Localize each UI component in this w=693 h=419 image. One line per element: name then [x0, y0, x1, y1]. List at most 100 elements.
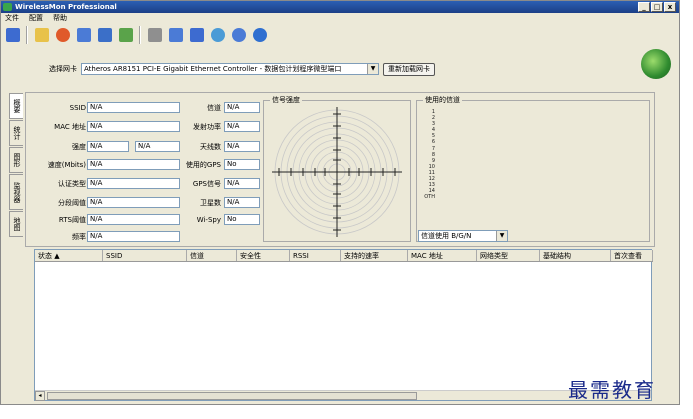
reload-adapter-button[interactable]: 重新加载网卡	[383, 62, 435, 76]
antenna-label: 天线数	[200, 143, 221, 151]
chart-icon	[168, 28, 183, 42]
info-button[interactable]	[187, 26, 206, 45]
window-title: WirelessMon Professional	[15, 3, 117, 11]
signal-strength-group: 信号强度	[263, 96, 411, 242]
gps-signal-label: GPS信号	[192, 180, 221, 188]
col-mac[interactable]: MAC 地址	[408, 250, 477, 261]
mac-label: MAC 地址	[54, 123, 86, 131]
wispy-label: Wi-Spy	[196, 216, 221, 224]
refresh-icon	[231, 28, 246, 42]
table-header: 状态 ▲ SSID 信道 安全性 RSSI 支持的速率 MAC 地址 网络类型 …	[35, 250, 653, 262]
network-globe-icon	[641, 49, 671, 79]
tab-statistics[interactable]: 统计	[9, 120, 23, 146]
gps-used-label: 使用的GPS	[185, 161, 221, 169]
open-folder-icon	[34, 28, 49, 42]
network-button[interactable]	[74, 26, 93, 45]
chevron-down-icon[interactable]: ▼	[367, 64, 378, 74]
record-button[interactable]	[53, 26, 72, 45]
col-network-type[interactable]: 网络类型	[477, 250, 540, 261]
log-icon	[97, 28, 112, 42]
tab-monitor[interactable]: 监视器	[9, 174, 23, 210]
save-icon	[5, 28, 20, 42]
freq-label: 频率	[72, 233, 86, 241]
menu-help[interactable]: 帮助	[53, 13, 67, 23]
tab-summary[interactable]: 概要	[9, 93, 23, 119]
strength-value: N/A	[87, 141, 129, 152]
toolbar-separator	[26, 26, 28, 44]
scroll-thumb[interactable]	[47, 392, 417, 400]
col-status[interactable]: 状态 ▲	[35, 250, 103, 261]
minimize-button[interactable]: _	[638, 2, 650, 12]
speed-label: 速度(Mbits)	[47, 161, 86, 169]
close-button[interactable]: x	[664, 2, 676, 12]
adapter-row: 选择网卡 Atheros AR8151 PCI-E Gigabit Ethern…	[49, 62, 435, 76]
strength-label: 强度	[72, 143, 86, 151]
menu-file[interactable]: 文件	[5, 13, 19, 23]
chevron-down-icon[interactable]: ▼	[496, 231, 507, 241]
chart-button[interactable]	[166, 26, 185, 45]
print-button[interactable]	[145, 26, 164, 45]
refresh-button[interactable]	[229, 26, 248, 45]
log-button[interactable]	[95, 26, 114, 45]
adapter-select[interactable]: Atheros AR8151 PCI-E Gigabit Ethernet Co…	[81, 63, 379, 75]
channel-filter-select[interactable]: 信道使用 B/G/N ▼	[418, 230, 508, 242]
horizontal-scrollbar[interactable]: ◂	[35, 390, 651, 401]
app-icon	[3, 3, 12, 11]
col-security[interactable]: 安全性	[237, 250, 290, 261]
help-icon	[252, 28, 267, 42]
channel-value: N/A	[224, 102, 260, 113]
toolbar-separator	[139, 26, 141, 44]
col-infrastructure[interactable]: 基础结构	[540, 250, 611, 261]
open-folder-button[interactable]	[32, 26, 51, 45]
export-icon	[118, 28, 133, 42]
txpower-label: 发射功率	[193, 123, 221, 131]
col-channel[interactable]: 信道	[187, 250, 237, 261]
channel-label: 信道	[207, 104, 221, 112]
print-icon	[147, 28, 162, 42]
network-list[interactable]: 状态 ▲ SSID 信道 安全性 RSSI 支持的速率 MAC 地址 网络类型 …	[34, 249, 653, 401]
toolbar	[3, 24, 269, 46]
record-icon	[55, 28, 70, 42]
col-rates[interactable]: 支持的速率	[341, 250, 408, 261]
network-icon	[76, 28, 91, 42]
freq-value: N/A	[87, 231, 180, 242]
channel-axis: 1 2 3 4 5 6 7 8 9 10 11 12 13 14 OTH	[423, 109, 435, 200]
ssid-label: SSID	[69, 104, 86, 112]
signal-strength-title: 信号强度	[270, 96, 302, 105]
tab-map[interactable]: 地图	[9, 211, 23, 237]
globe-button[interactable]	[208, 26, 227, 45]
txpower-value: N/A	[224, 121, 260, 132]
title-bar: WirelessMon Professional _ □ x	[1, 1, 679, 13]
help-button[interactable]	[250, 26, 269, 45]
export-button[interactable]	[116, 26, 135, 45]
menu-config[interactable]: 配置	[29, 13, 43, 23]
tab-graph[interactable]: 图形	[9, 147, 23, 173]
save-button[interactable]	[3, 26, 22, 45]
antenna-value: N/A	[224, 141, 260, 152]
signal-radar-chart	[272, 107, 402, 237]
col-ssid[interactable]: SSID	[103, 250, 187, 261]
adapter-label: 选择网卡	[49, 65, 77, 73]
main-window: WirelessMon Professional _ □ x 文件 配置 帮助 …	[0, 0, 680, 405]
info-icon	[189, 28, 204, 42]
summary-panel: SSID N/A MAC 地址 N/A 强度 N/A N/A 速度(Mbits)…	[25, 92, 655, 247]
scroll-left-icon[interactable]: ◂	[35, 391, 45, 401]
frag-label: 分段阈值	[58, 199, 86, 207]
gps-used-value: No	[224, 159, 260, 170]
maximize-button[interactable]: □	[651, 2, 663, 12]
gps-signal-value: N/A	[224, 178, 260, 189]
channels-used-group: 使用的信道	[416, 96, 650, 242]
col-first-seen[interactable]: 首次查看	[611, 250, 653, 261]
window-controls: _ □ x	[638, 2, 676, 12]
globe-icon	[210, 28, 225, 42]
adapter-value: Atheros AR8151 PCI-E Gigabit Ethernet Co…	[84, 65, 342, 73]
col-rssi[interactable]: RSSI	[290, 250, 341, 261]
satellites-value: N/A	[224, 197, 260, 208]
satellites-label: 卫星数	[200, 199, 221, 207]
wispy-value: No	[224, 214, 260, 225]
channels-used-title: 使用的信道	[423, 96, 462, 105]
vertical-tabs: 概要 统计 图形 监视器 地图	[9, 93, 25, 238]
menu-bar: 文件 配置 帮助	[1, 13, 679, 23]
rts-label: RTS阈值	[58, 216, 86, 224]
channel-tick: OTH	[424, 194, 435, 201]
